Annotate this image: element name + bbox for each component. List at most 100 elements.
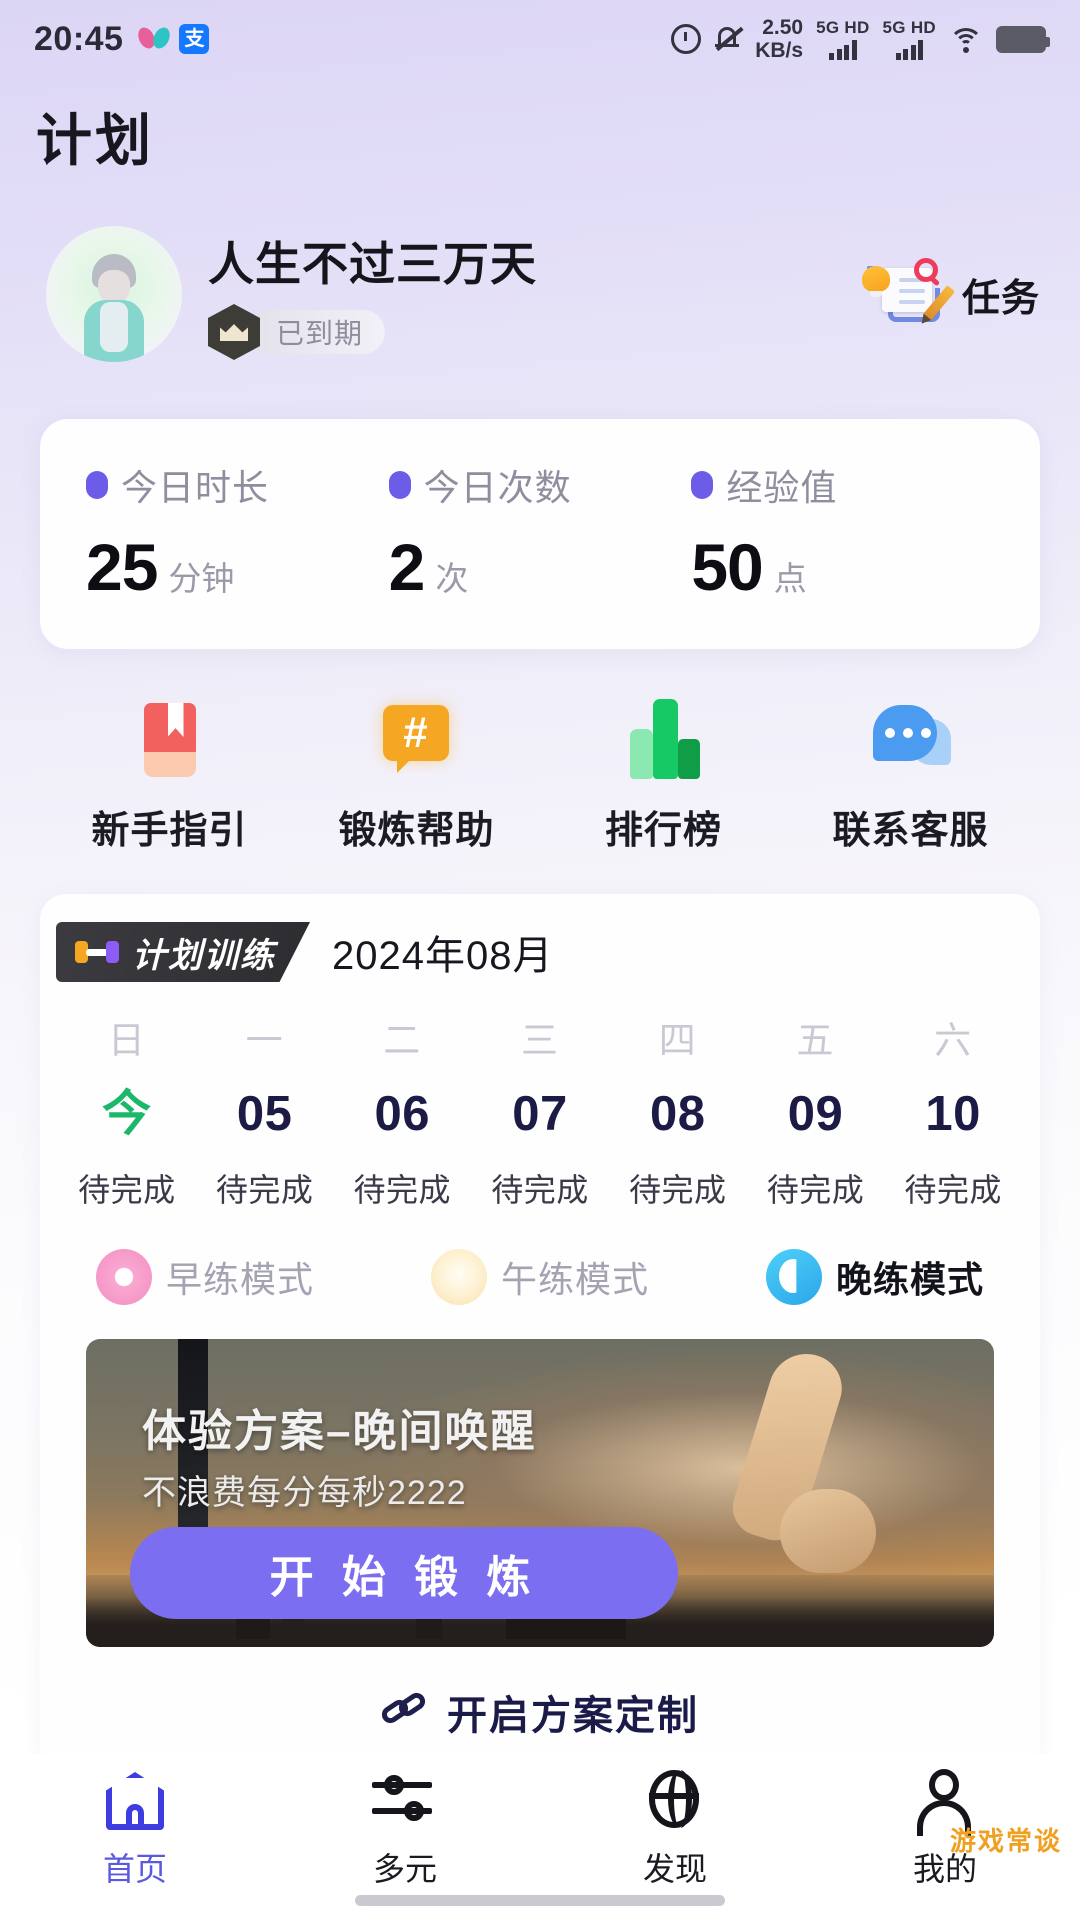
status-bar-left: 20:45 支 [34, 19, 210, 59]
nav-item-diverse[interactable]: 多元 [270, 1768, 540, 1890]
nav-home-label: 首页 [102, 1851, 167, 1887]
status-badge: 已到期 [246, 310, 386, 354]
quick-action-ranking-label: 排行榜 [604, 810, 722, 852]
crown-icon [208, 304, 260, 360]
banner-subtitle: 不浪费每分每秒2222 [142, 1474, 467, 1512]
day-number: 10 [925, 1087, 981, 1141]
sim1-label: 5G HD [816, 18, 870, 37]
stat-exp-value: 50 点 [691, 529, 994, 605]
status-app-icons: 支 [139, 24, 210, 54]
quick-action-ranking[interactable]: 排行榜 [540, 693, 787, 854]
sun-icon [431, 1249, 487, 1305]
sim2-signal: 5G HD [883, 18, 936, 60]
page-title: 计划 [36, 109, 154, 172]
start-workout-button[interactable]: 开 始 锻 炼 [130, 1527, 678, 1619]
day-number: 08 [649, 1087, 706, 1141]
calendar-day-6[interactable]: 六 10 待完成 [884, 1010, 1022, 1211]
quick-action-support[interactable]: 联系客服 [787, 693, 1034, 854]
day-status: 待完成 [766, 1172, 865, 1208]
nav-diverse-label: 多元 [372, 1851, 437, 1887]
plan-month[interactable]: 2024年08月 [332, 923, 553, 981]
nav-item-home[interactable]: 首页 [0, 1768, 270, 1890]
quick-action-help-label: 锻炼帮助 [338, 810, 495, 852]
sim1-signal: 5G HD [816, 18, 869, 60]
day-status: 待完成 [353, 1172, 452, 1208]
day-number: 07 [512, 1087, 568, 1141]
plan-header: 计划训练 2024年08月 [40, 922, 1040, 982]
status-time: 20:45 [34, 19, 124, 58]
mode-night-label: 晚练模式 [836, 1259, 985, 1300]
calendar-day-5[interactable]: 五 09 待完成 [747, 1010, 885, 1211]
day-status: 待完成 [78, 1172, 176, 1208]
stat-count: 今日次数 2 次 [388, 459, 692, 605]
donut-icon [96, 1249, 152, 1305]
mode-selector: 早练模式 午练模式 晚练模式 [40, 1211, 1040, 1305]
bullet-icon [388, 471, 411, 499]
bullet-icon [691, 471, 714, 499]
quick-action-guide-label: 新手指引 [91, 810, 248, 852]
battery-icon [996, 25, 1050, 53]
plan-banner[interactable]: 体验方案–晚间唤醒 不浪费每分每秒2222 开 始 锻 炼 [86, 1339, 994, 1647]
mode-noon[interactable]: 午练模式 [431, 1249, 766, 1305]
calendar-day-3[interactable]: 三 07 待完成 [471, 1010, 609, 1211]
stat-count-label: 今日次数 [423, 467, 572, 508]
quick-actions: 新手指引 # 锻炼帮助 排行榜 联系客服 [46, 693, 1034, 854]
quick-action-support-label: 联系客服 [832, 810, 989, 852]
stat-duration: 今日时长 25 分钟 [86, 459, 389, 605]
stat-exp-head: 经验值 [691, 459, 994, 511]
stats-card: 今日时长 25 分钟 今日次数 2 次 经验值 50 点 [40, 419, 1040, 649]
sim1-bars [829, 40, 857, 60]
stat-duration-label: 今日时长 [121, 467, 270, 508]
nav-item-discover[interactable]: 发现 [540, 1768, 810, 1890]
day-number: 今 [102, 1087, 152, 1141]
avatar[interactable] [46, 226, 182, 362]
bullet-icon [86, 471, 108, 499]
dumbbell-icon [74, 937, 120, 967]
quick-action-guide[interactable]: 新手指引 [46, 693, 293, 854]
banner-head [780, 1489, 876, 1573]
calendar-day-1[interactable]: 一 05 待完成 [196, 1010, 334, 1211]
network-speed-value: 2.50 [762, 16, 804, 39]
wifi-icon [949, 26, 983, 53]
mode-morning-label: 早练模式 [166, 1259, 315, 1300]
stat-exp-label: 经验值 [726, 467, 838, 508]
mode-night[interactable]: 晚练模式 [766, 1249, 984, 1305]
weekday-label: 四 [658, 1020, 697, 1061]
calendar-day-2[interactable]: 二 06 待完成 [333, 1010, 471, 1211]
chat-bubble-icon [865, 693, 957, 785]
globe-icon [640, 1768, 710, 1834]
task-checklist-icon [861, 258, 956, 330]
home-indicator[interactable] [355, 1895, 725, 1906]
day-status: 待完成 [491, 1172, 589, 1208]
weekday-label: 三 [521, 1020, 560, 1061]
quick-action-help[interactable]: # 锻炼帮助 [293, 693, 540, 854]
profile-name: 人生不过三万天 [208, 238, 537, 290]
stat-exp-unit: 点 [773, 560, 807, 597]
plan-card: 计划训练 2024年08月 日 今 待完成 一 05 待完成 二 06 待完成 … [40, 894, 1040, 1771]
weekday-label: 日 [107, 1020, 146, 1061]
calendar-day-0[interactable]: 日 今 待完成 [58, 1010, 196, 1211]
stat-duration-head: 今日时长 [86, 459, 389, 511]
bottom-nav: 首页 多元 发现 我的 游戏常谈 [0, 1754, 1080, 1920]
home-icon [100, 1768, 170, 1834]
stat-duration-number: 25 [86, 530, 158, 604]
bar-chart-icon [618, 693, 710, 785]
sliders-icon [370, 1768, 440, 1834]
stat-exp-number: 50 [691, 530, 763, 604]
watermark: 游戏常谈 [949, 1826, 1062, 1856]
mute-icon [714, 24, 744, 54]
alipay-icon: 支 [179, 24, 210, 54]
profile-header: 人生不过三万天 已到期 任务 [0, 226, 1080, 362]
nav-discover-label: 发现 [642, 1851, 707, 1887]
weekday-label: 五 [796, 1020, 835, 1061]
calendar-day-4[interactable]: 四 08 待完成 [609, 1010, 747, 1211]
stat-duration-value: 25 分钟 [86, 529, 389, 605]
status-bar-right: 2.50 KB/s 5G HD 5G HD [671, 16, 1050, 62]
day-status: 待完成 [215, 1172, 314, 1208]
banner-title: 体验方案–晚间唤醒 [142, 1407, 537, 1456]
plan-tag-label: 计划训练 [132, 936, 276, 975]
mode-morning[interactable]: 早练模式 [96, 1249, 431, 1305]
task-button[interactable]: 任务 [861, 258, 1040, 330]
link-icon [378, 1689, 431, 1733]
stat-duration-unit: 分钟 [168, 560, 235, 597]
